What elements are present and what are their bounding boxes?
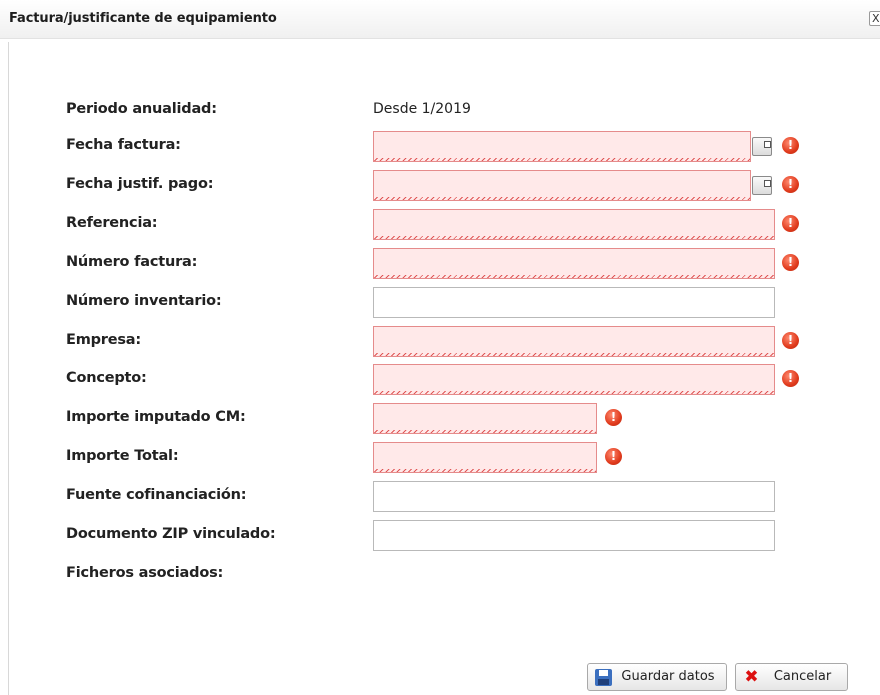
importe-cm-label: Importe imputado CM: (66, 409, 246, 425)
row-empresa: Empresa: ! (0, 326, 880, 358)
numero-inventario-input[interactable] (373, 287, 775, 318)
fecha-pago-label: Fecha justif. pago: (66, 176, 214, 192)
calendar-icon[interactable] (752, 176, 772, 195)
fecha-factura-input[interactable] (373, 131, 751, 162)
cancel-icon: ✖ (744, 667, 759, 687)
row-documento-zip: Documento ZIP vinculado: (0, 520, 880, 552)
concepto-input[interactable] (373, 364, 775, 395)
numero-factura-label: Número factura: (66, 254, 198, 270)
importe-total-input[interactable] (373, 442, 597, 473)
empresa-label: Empresa: (66, 332, 141, 348)
numero-inventario-label: Número inventario: (66, 293, 222, 309)
periodo-value: Desde 1/2019 (373, 101, 471, 117)
row-fecha-factura: Fecha factura: ! (0, 131, 880, 163)
importe-cm-input[interactable] (373, 403, 597, 434)
row-ficheros: Ficheros asociados: (0, 559, 880, 591)
documento-zip-label: Documento ZIP vinculado: (66, 526, 276, 542)
error-icon: ! (782, 370, 799, 387)
fecha-pago-input[interactable] (373, 170, 751, 201)
save-button-label: Guardar datos (621, 669, 715, 684)
concepto-label: Concepto: (66, 370, 147, 386)
error-icon: ! (782, 254, 799, 271)
error-icon: ! (605, 448, 622, 465)
documento-zip-input[interactable] (373, 520, 775, 551)
row-numero-factura: Número factura: ! (0, 248, 880, 280)
row-referencia: Referencia: ! (0, 209, 880, 241)
error-icon: ! (782, 332, 799, 349)
cancel-button-label: Cancelar (773, 669, 832, 684)
row-concepto: Concepto: ! (0, 364, 880, 396)
dialog-titlebar: Factura/justificante de equipamiento X (0, 0, 880, 39)
row-importe-total: Importe Total: ! (0, 442, 880, 474)
row-numero-inventario: Número inventario: (0, 287, 880, 319)
fuente-label: Fuente cofinanciación: (66, 487, 247, 503)
error-icon: ! (605, 409, 622, 426)
save-icon (595, 669, 612, 686)
error-icon: ! (782, 215, 799, 232)
close-icon[interactable]: X (869, 11, 880, 26)
referencia-label: Referencia: (66, 215, 158, 231)
referencia-input[interactable] (373, 209, 775, 240)
dialog-title: Factura/justificante de equipamiento (9, 11, 277, 26)
fecha-factura-label: Fecha factura: (66, 137, 181, 153)
periodo-label: Periodo anualidad: (66, 101, 217, 117)
error-icon: ! (782, 137, 799, 154)
row-periodo: Periodo anualidad: Desde 1/2019 (0, 95, 880, 127)
save-button[interactable]: Guardar datos (587, 663, 727, 691)
calendar-icon[interactable] (752, 137, 772, 156)
empresa-input[interactable] (373, 326, 775, 357)
cancel-button[interactable]: ✖ Cancelar (735, 663, 848, 691)
numero-factura-input[interactable] (373, 248, 775, 279)
row-fuente: Fuente cofinanciación: (0, 481, 880, 513)
ficheros-label: Ficheros asociados: (66, 565, 224, 581)
error-icon: ! (782, 176, 799, 193)
importe-total-label: Importe Total: (66, 448, 179, 464)
row-importe-cm: Importe imputado CM: ! (0, 403, 880, 435)
fuente-input[interactable] (373, 481, 775, 512)
row-fecha-pago: Fecha justif. pago: ! (0, 170, 880, 202)
